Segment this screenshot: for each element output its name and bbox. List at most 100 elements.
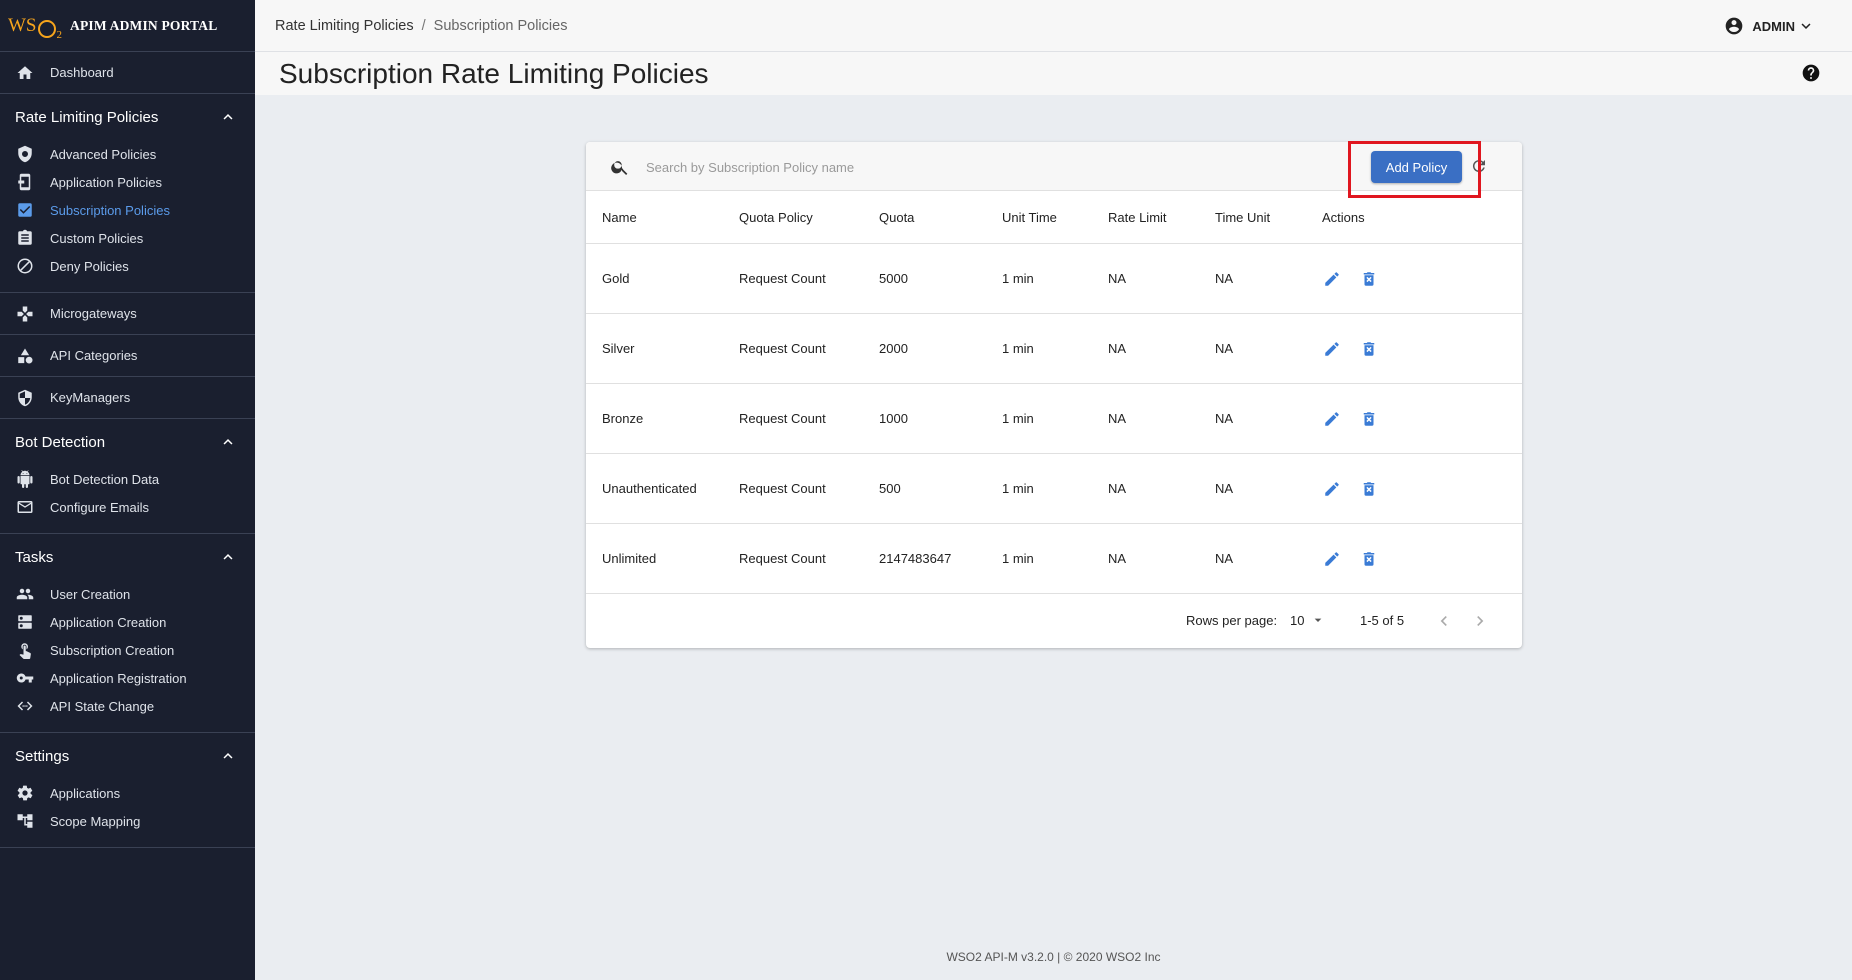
edit-icon[interactable] <box>1322 409 1342 429</box>
group-header-tasks[interactable]: Tasks <box>0 534 255 580</box>
sidebar-item-custom-policies[interactable]: Custom Policies <box>0 224 255 252</box>
gear-icon <box>16 784 34 802</box>
cell-unit-time: 1 min <box>1002 523 1108 594</box>
pagination: Rows per page: 10 1-5 of 5 <box>586 594 1522 647</box>
sidebar-item-dashboard[interactable]: Dashboard <box>0 52 255 94</box>
cell-name: Bronze <box>586 383 739 454</box>
footer: WSO2 API-M v3.2.0 | © 2020 WSO2 Inc <box>946 950 1161 964</box>
sidebar-item-label: Scope Mapping <box>50 813 141 829</box>
pagination-range: 1-5 of 5 <box>1360 613 1405 628</box>
previous-page-button[interactable] <box>1434 611 1454 631</box>
chevron-left-icon <box>1440 616 1447 626</box>
user-menu[interactable]: ADMIN <box>1724 16 1815 36</box>
group-bot-detection: Bot Detection Bot Detection Data Configu… <box>0 419 255 534</box>
breadcrumb-parent[interactable]: Rate Limiting Policies <box>275 18 414 34</box>
group-title: Bot Detection <box>15 433 106 451</box>
edit-icon[interactable] <box>1322 479 1342 499</box>
cell-unit-time: 1 min <box>1002 243 1108 314</box>
column-header-quota: Quota <box>879 191 1002 244</box>
brand[interactable]: WS 2 APIM ADMIN PORTAL <box>0 0 255 52</box>
rows-per-page-value: 10 <box>1290 612 1305 628</box>
group-rate-limiting: Rate Limiting Policies Advanced Policies… <box>0 94 255 293</box>
sidebar-item-keymanagers[interactable]: KeyManagers <box>0 377 255 419</box>
help-icon[interactable] <box>1801 63 1821 83</box>
group-header-bot-detection[interactable]: Bot Detection <box>0 419 255 465</box>
delete-icon[interactable] <box>1359 549 1379 569</box>
sidebar-item-user-creation[interactable]: User Creation <box>0 580 255 608</box>
sidebar-item-application-registration[interactable]: Application Registration <box>0 664 255 692</box>
clipboard-icon <box>16 229 34 247</box>
search-icon <box>610 157 630 177</box>
chevron-right-icon <box>1477 616 1484 626</box>
sidebar-item-api-categories[interactable]: API Categories <box>0 335 255 377</box>
gamepad-icon <box>16 305 34 323</box>
delete-icon[interactable] <box>1359 269 1379 289</box>
sidebar-item-application-creation[interactable]: Application Creation <box>0 608 255 636</box>
home-icon <box>16 64 34 82</box>
table-row: Unlimited Request Count 2147483647 1 min… <box>586 523 1522 594</box>
cell-name: Silver <box>586 313 739 384</box>
security-icon <box>16 389 34 407</box>
cell-time-unit: NA <box>1215 383 1322 454</box>
search-input[interactable] <box>644 154 1248 180</box>
sidebar-item-subscription-creation[interactable]: Subscription Creation <box>0 636 255 664</box>
cell-rate-limit: NA <box>1108 383 1215 454</box>
sidebar-item-label: KeyManagers <box>50 390 131 405</box>
touch-icon <box>16 641 34 659</box>
phone-link-icon <box>16 173 34 191</box>
cell-name: Unlimited <box>586 523 739 594</box>
sidebar-item-label: Deny Policies <box>50 258 129 274</box>
chevron-up-icon <box>223 554 233 560</box>
cell-quota-policy: Request Count <box>739 453 879 524</box>
edit-icon[interactable] <box>1322 269 1342 289</box>
sidebar-item-subscription-policies[interactable]: Subscription Policies <box>0 196 255 224</box>
sidebar-item-advanced-policies[interactable]: Advanced Policies <box>0 140 255 168</box>
delete-icon[interactable] <box>1359 479 1379 499</box>
sidebar-item-microgateways[interactable]: Microgateways <box>0 293 255 335</box>
edit-icon[interactable] <box>1322 339 1342 359</box>
refresh-icon[interactable] <box>1470 157 1488 175</box>
cell-quota: 1000 <box>879 383 1002 454</box>
sidebar-item-label: Bot Detection Data <box>50 471 160 487</box>
code-icon <box>16 697 34 715</box>
sidebar-item-label: Application Policies <box>50 174 163 190</box>
cell-quota-policy: Request Count <box>739 523 879 594</box>
sidebar-item-application-policies[interactable]: Application Policies <box>0 168 255 196</box>
group-settings: Settings Applications Scope Mapping <box>0 733 255 848</box>
page-title: Subscription Rate Limiting Policies <box>279 58 709 89</box>
android-icon <box>16 470 34 488</box>
cell-quota: 2000 <box>879 313 1002 384</box>
sidebar-item-configure-emails[interactable]: Configure Emails <box>0 493 255 521</box>
sidebar-item-label: Applications <box>50 785 121 801</box>
group-header-settings[interactable]: Settings <box>0 733 255 779</box>
sidebar-item-scope-mapping[interactable]: Scope Mapping <box>0 807 255 835</box>
sidebar-item-applications[interactable]: Applications <box>0 779 255 807</box>
sidebar-item-label: Configure Emails <box>50 499 149 515</box>
cell-quota: 5000 <box>879 243 1002 314</box>
cell-name: Gold <box>586 243 739 314</box>
add-policy-button[interactable]: Add Policy <box>1371 151 1462 183</box>
edit-icon[interactable] <box>1322 549 1342 569</box>
sidebar-item-api-state-change[interactable]: API State Change <box>0 692 255 720</box>
column-header-quota-policy: Quota Policy <box>739 191 879 244</box>
sidebar-item-bot-detection-data[interactable]: Bot Detection Data <box>0 465 255 493</box>
cell-time-unit: NA <box>1215 453 1322 524</box>
column-header-actions: Actions <box>1322 191 1522 244</box>
group-title: Tasks <box>15 548 54 566</box>
group-tasks: Tasks User Creation Application Creation… <box>0 534 255 733</box>
category-icon <box>16 347 34 365</box>
next-page-button[interactable] <box>1470 611 1490 631</box>
breadcrumb: Rate Limiting Policies / Subscription Poli… <box>275 18 567 34</box>
delete-icon[interactable] <box>1359 409 1379 429</box>
sidebar-item-label: API State Change <box>50 698 155 714</box>
chevron-down-icon <box>1801 23 1811 29</box>
cell-rate-limit: NA <box>1108 243 1215 314</box>
table-row: Gold Request Count 5000 1 min NA NA <box>586 243 1522 314</box>
sidebar-item-label: Subscription Policies <box>50 202 170 218</box>
sidebar-item-deny-policies[interactable]: Deny Policies <box>0 252 255 280</box>
cell-time-unit: NA <box>1215 523 1322 594</box>
delete-icon[interactable] <box>1359 339 1379 359</box>
group-header-rate-limiting[interactable]: Rate Limiting Policies <box>0 94 255 140</box>
brand-title: APIM ADMIN PORTAL <box>70 17 218 33</box>
rows-per-page-select[interactable]: 10 <box>1290 612 1326 628</box>
